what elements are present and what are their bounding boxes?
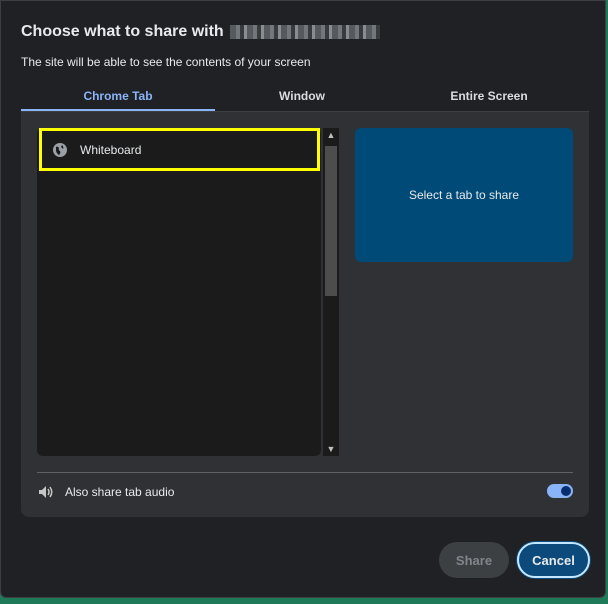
scroll-down-icon[interactable]: ▼ — [323, 442, 339, 456]
background-strip — [0, 598, 608, 604]
redacted-site-name — [229, 25, 380, 39]
share-dialog: Choose what to share with The site will … — [0, 0, 606, 598]
audio-row: Also share tab audio — [37, 482, 573, 502]
cancel-button[interactable]: Cancel — [517, 542, 590, 578]
tab-list: Whiteboard — [37, 128, 321, 456]
audio-divider — [37, 472, 573, 473]
tab-chrome-tab[interactable]: Chrome Tab — [21, 85, 215, 111]
speaker-icon — [39, 486, 53, 498]
tab-bar: Chrome Tab Window Entire Screen — [21, 85, 589, 111]
list-scrollbar[interactable]: ▲ ▼ — [323, 128, 339, 456]
share-button[interactable]: Share — [439, 542, 509, 578]
content-panel: Whiteboard ▲ ▼ Select a tab to share Als… — [21, 112, 589, 517]
tab-entire-screen[interactable]: Entire Screen — [389, 85, 589, 111]
dialog-title: Choose what to share with — [21, 23, 380, 41]
audio-label: Also share tab audio — [65, 485, 175, 499]
toggle-knob — [561, 486, 571, 496]
scrollbar-thumb[interactable] — [325, 146, 337, 296]
tab-window[interactable]: Window — [215, 85, 389, 111]
globe-icon — [53, 142, 67, 157]
list-item-whiteboard[interactable]: Whiteboard — [39, 128, 320, 171]
preview-text: Select a tab to share — [408, 188, 520, 202]
preview-area: Select a tab to share — [355, 128, 573, 262]
dialog-subtitle: The site will be able to see the content… — [21, 55, 311, 69]
scroll-up-icon[interactable]: ▲ — [323, 128, 339, 142]
dialog-title-text: Choose what to share with — [21, 23, 224, 40]
list-item-label: Whiteboard — [80, 142, 142, 157]
audio-toggle[interactable] — [547, 484, 573, 498]
